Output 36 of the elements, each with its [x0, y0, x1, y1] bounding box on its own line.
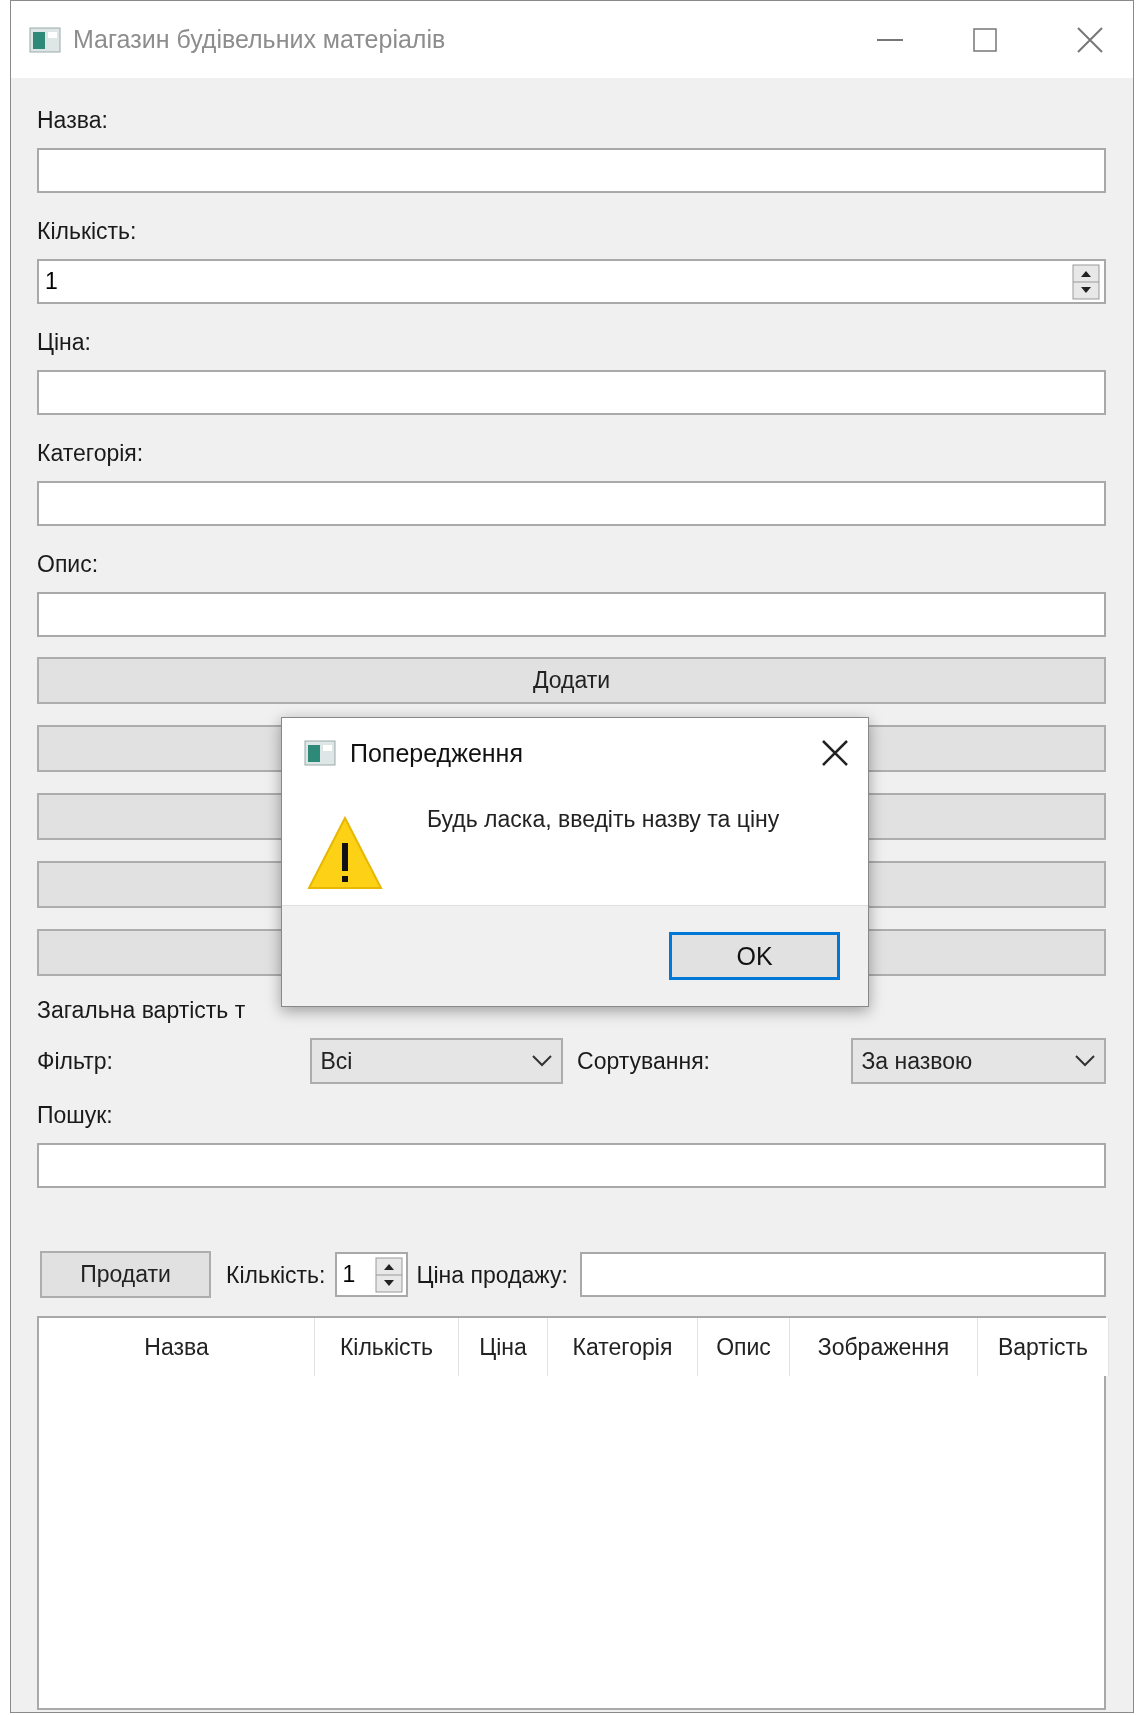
input-field[interactable] [37, 481, 1106, 526]
dialog-title: Попередження [350, 738, 524, 768]
chevron-down-icon [1074, 1054, 1096, 1068]
field-label: Категорія: [37, 439, 145, 468]
sort-dropdown[interactable]: За назвою [851, 1038, 1106, 1084]
field-label: Ціна: [37, 328, 92, 357]
warning-icon [307, 815, 383, 891]
search-label: Пошук: [37, 1101, 114, 1130]
spin-arrows-icon[interactable] [1072, 263, 1100, 300]
sale-price-field[interactable] [579, 1252, 1106, 1297]
input-field[interactable] [37, 592, 1106, 637]
dialog-message: Будь ласка, введіть назву та ціну [427, 806, 780, 833]
spin-arrows-icon[interactable] [374, 1256, 403, 1293]
input-field[interactable] [37, 148, 1106, 193]
add-button[interactable]: Додати [37, 657, 1106, 704]
field-label: Назва: [37, 106, 109, 135]
ok-button[interactable]: OK [669, 932, 840, 980]
app-icon [304, 740, 336, 766]
input-field[interactable] [37, 370, 1106, 415]
quantity-label: Кількість: [226, 1260, 326, 1290]
field-label: Опис: [37, 550, 100, 579]
total-label: Загальна вартість т [37, 996, 247, 1025]
sale-price-label: Ціна продажу: [416, 1260, 568, 1290]
filter-label: Фільтр: [37, 1047, 114, 1076]
sell-button[interactable]: Продати [40, 1251, 211, 1298]
chevron-down-icon [531, 1054, 553, 1068]
field-label: Кількість: [37, 217, 138, 246]
window-title: Магазин будівельних матеріалів [73, 25, 447, 54]
sort-label: Сортування: [577, 1047, 711, 1076]
maximize-icon[interactable] [973, 27, 997, 52]
app-icon [29, 26, 61, 53]
close-icon[interactable] [822, 740, 848, 766]
filter-dropdown[interactable]: Всі [310, 1038, 563, 1084]
search-field[interactable] [37, 1143, 1106, 1188]
quantity-spin-box[interactable]: 1 [334, 1252, 408, 1297]
spin-box[interactable]: 1 [37, 259, 1106, 304]
